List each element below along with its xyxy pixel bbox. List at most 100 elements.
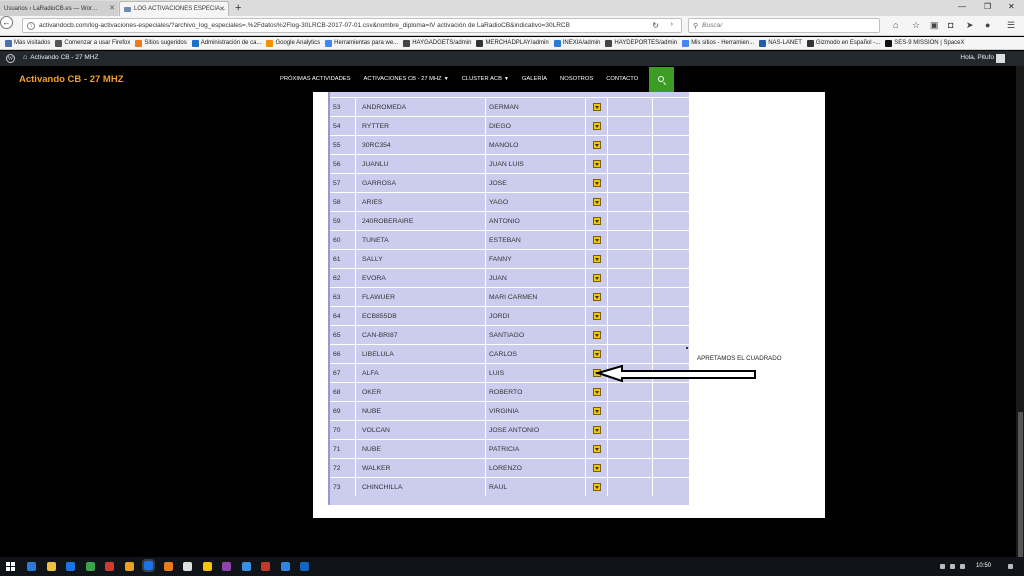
minimize-icon[interactable]: — [958,2,966,11]
send-icon[interactable]: ➤ [966,20,974,31]
download-diploma-button[interactable] [592,388,601,396]
download-diploma-button[interactable] [592,445,601,453]
new-tab-button[interactable]: + [235,2,241,14]
url-bar[interactable]: i activandocb.com/log-activaciones-espec… [22,18,682,33]
tray-volume-icon[interactable] [950,564,955,569]
nav-item[interactable]: CLUSTER ACB ▼ [462,76,509,82]
taskbar-clock[interactable]: 10:50 [976,563,991,569]
download-diploma-button[interactable] [592,274,601,282]
bookmark-item[interactable]: Comenzar a usar Firefox [55,39,130,47]
bookmark-item[interactable]: HAYGADGETS/admin [403,39,471,47]
menu-icon[interactable]: ☰ [1007,20,1015,31]
row-empty-cell [608,117,653,135]
tab-log-activaciones[interactable]: LOG ACTIVACIONES ESPECIA… ✕ [119,1,229,16]
bookmark-item[interactable]: INEXIA/admin [553,39,600,47]
reload-icon[interactable]: ↻ [652,21,659,30]
windows-start-button[interactable] [6,562,15,571]
bookmark-item[interactable]: Sitios sugeridos [135,39,187,47]
download-diploma-button[interactable] [592,464,601,472]
extension-icon[interactable]: ● [985,20,990,30]
bookmark-item[interactable]: HAYDEPORTES/admin [605,39,677,47]
taskbar-app-icon[interactable] [124,562,134,571]
taskbar-app-icon[interactable] [241,562,251,571]
tab-usuarios[interactable]: Usuarios ‹ LaRadioCB.es — Wor… ✕ [0,1,118,16]
wordpress-logo-icon[interactable]: W [6,54,15,63]
table-row: 59 240ROBERAIRE ANTONIO [330,211,689,230]
bookmark-item[interactable]: Más visitados [5,39,50,47]
download-diploma-button[interactable] [592,179,601,187]
taskbar-app-icon[interactable] [85,562,95,571]
download-diploma-button[interactable] [592,407,601,415]
site-title[interactable]: Activando CB - 27 MHZ [19,74,124,85]
taskbar-app-icon[interactable] [163,562,173,571]
avatar[interactable] [996,54,1005,63]
bookmark-item[interactable]: Administración de ca... [191,39,261,47]
bookmark-favicon-icon [476,39,484,47]
nav-item[interactable]: CONTACTO [606,76,638,82]
download-diploma-button[interactable] [592,255,601,263]
taskbar-app-icon[interactable] [66,562,75,571]
tray-battery-icon[interactable] [960,564,965,569]
row-callsign: NUBE [356,402,486,420]
wp-site-link[interactable]: ⌂ Activando CB - 27 MHZ [23,54,99,61]
close-tab-icon[interactable]: ✕ [109,4,115,12]
bookmark-item[interactable]: Google Analytics [266,39,320,47]
download-diploma-button[interactable] [592,236,601,244]
bookmark-item[interactable]: SES-9 MISSION | SpaceX [885,39,965,47]
bookmark-item[interactable]: NAS-LANET [759,39,802,47]
taskbar-app-icon[interactable] [183,562,192,571]
site-search-button[interactable] [649,67,674,92]
bookmark-item[interactable]: MERCHADPLAY/admin [476,39,549,47]
pocket-icon[interactable]: ◘ [948,20,953,30]
annotation-arrow [596,365,756,383]
download-diploma-button[interactable] [592,483,601,491]
tray-notifications-icon[interactable] [1008,564,1013,569]
chevron-right-icon[interactable]: › [671,21,673,28]
taskbar-app-icon[interactable] [202,562,212,571]
taskbar-app-icon[interactable] [46,562,56,571]
tray-network-icon[interactable] [940,564,945,569]
download-diploma-button[interactable] [592,198,601,206]
download-diploma-button[interactable] [592,293,601,301]
star-icon[interactable]: ☆ [912,20,920,31]
home-icon[interactable]: ⌂ [893,20,898,30]
restore-icon[interactable]: ❐ [984,2,991,11]
download-diploma-button[interactable] [592,331,601,339]
back-button[interactable]: ← [0,16,13,29]
bookmark-item[interactable]: Gizmodo en Español -... [806,39,881,47]
download-diploma-button[interactable] [592,350,601,358]
row-callsign: FLAWUER [356,288,486,306]
taskbar-app-icon[interactable] [105,562,114,571]
bookmark-item[interactable]: Mis sitios - Herramien... [682,39,754,47]
taskbar-app-icon[interactable] [300,562,309,571]
nav-item[interactable]: GALERÍA [522,76,547,82]
search-input[interactable] [702,22,873,29]
close-window-icon[interactable]: ✕ [1008,2,1015,11]
wp-howdy[interactable]: Hola, Pitufo [960,54,994,61]
bookmark-label: Gizmodo en Español -... [815,40,881,46]
taskbar-app-icon[interactable] [142,559,155,572]
row-callsign: RYTTER [356,117,486,135]
download-diploma-button[interactable] [592,122,601,130]
download-diploma-button[interactable] [592,160,601,168]
url-text[interactable]: activandocb.com/log-activaciones-especia… [39,22,570,29]
taskbar-app-icon[interactable] [261,562,270,571]
nav-item[interactable]: ACTIVACIONES CB - 27 MHZ ▼ [364,76,449,82]
nav-item[interactable]: NOSOTROS [560,76,593,82]
download-diploma-button[interactable] [592,103,601,111]
download-diploma-button[interactable] [592,141,601,149]
clipboard-icon[interactable]: ▣ [930,20,939,31]
browser-nav-bar: ← i activandocb.com/log-activaciones-esp… [0,16,1024,36]
taskbar-app-icon[interactable] [222,562,231,571]
download-diploma-button[interactable] [592,312,601,320]
search-bar[interactable]: ⚲ [688,18,880,33]
nav-item[interactable]: PRÓXIMAS ACTIVIDADES [280,76,351,82]
download-diploma-button[interactable] [592,217,601,225]
download-diploma-button[interactable] [592,426,601,434]
taskbar-app-icon[interactable] [280,562,290,571]
close-tab-icon[interactable]: ✕ [219,5,225,13]
bookmark-item[interactable]: Herramientas para we... [325,39,398,47]
scrollbar-thumb[interactable] [1018,412,1023,557]
taskbar-app-icon[interactable] [27,562,36,571]
info-icon[interactable]: i [27,21,35,30]
